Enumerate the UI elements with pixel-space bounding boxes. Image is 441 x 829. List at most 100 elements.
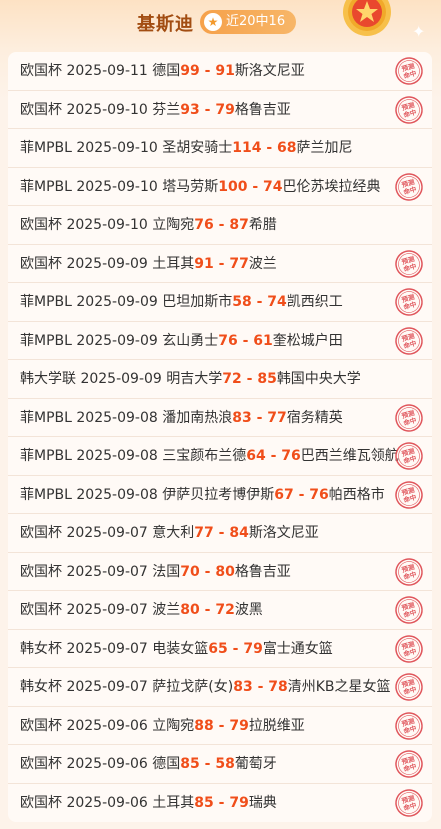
league-name: 欧国杯 xyxy=(20,101,62,118)
league-name: 韩女杯 xyxy=(20,640,62,657)
away-team: 凯西织工 xyxy=(286,294,343,310)
match-date: 2025-09-09 xyxy=(80,371,162,387)
league-name: 韩女杯 xyxy=(20,679,62,695)
match-row[interactable]: 欧国杯 2025-09-06 德国85 - 58葡萄牙 预测 命中 xyxy=(8,745,432,784)
league-name: 菲MPBL xyxy=(20,140,72,156)
match-date: 2025-09-09 xyxy=(76,332,158,349)
home-score: 72 xyxy=(222,371,242,387)
home-score: 83 xyxy=(233,679,253,695)
home-team: 立陶宛 xyxy=(152,717,195,734)
away-team: 波兰 xyxy=(248,255,277,272)
prediction-hit-stamp-icon: 预测命中 xyxy=(395,557,423,586)
score-separator: - xyxy=(199,101,216,118)
record-badge-text: 近20中16 xyxy=(226,14,286,29)
match-row[interactable]: 欧国杯 2025-09-07 意大利77 - 84斯洛文尼亚 xyxy=(8,514,432,553)
away-team: 波黑 xyxy=(234,602,263,618)
score-separator: - xyxy=(213,255,230,272)
prediction-hit-stamp-icon: 预测命中 xyxy=(395,596,423,624)
home-score: 88 xyxy=(194,717,214,734)
match-row[interactable]: 菲MPBL 2025-09-09 巴坦加斯市58 - 74凯西织工 预测 命中 xyxy=(8,283,432,322)
away-team: 格鲁吉亚 xyxy=(234,101,291,118)
match-date: 2025-09-10 xyxy=(66,101,148,118)
score-separator: - xyxy=(227,640,244,657)
away-team: 奎松城户田 xyxy=(272,332,343,349)
away-score: 91 xyxy=(215,63,235,79)
away-score: 77 xyxy=(267,409,287,426)
match-date: 2025-09-09 xyxy=(76,294,158,310)
home-score: 76 xyxy=(194,217,214,233)
home-score: 83 xyxy=(232,409,252,426)
home-team: 明吉大学 xyxy=(166,371,223,387)
prediction-hit-stamp-icon: 预测命中 xyxy=(395,326,423,355)
match-row[interactable]: 韩女杯 2025-09-07 电装女篮65 - 79富士通女篮 预测 命中 xyxy=(8,630,432,668)
league-name: 欧国杯 xyxy=(20,255,62,272)
match-row[interactable]: 韩大学联 2025-09-09 明吉大学72 - 85韩国中央大学 xyxy=(8,360,432,399)
match-row[interactable]: 菲MPBL 2025-09-10 塔马劳斯100 - 74巴伦苏埃拉经典 预测 命中 xyxy=(8,168,432,206)
away-team: 拉脱维亚 xyxy=(248,717,305,734)
league-name: 菲MPBL xyxy=(20,178,72,195)
league-name: 菲MPBL xyxy=(20,332,72,349)
score-separator: - xyxy=(241,371,258,387)
away-score: 77 xyxy=(229,255,249,272)
prediction-hit-stamp-icon: 预测命中 xyxy=(395,711,423,740)
score-separator: - xyxy=(213,525,230,541)
away-team: 斯洛文尼亚 xyxy=(248,525,319,541)
home-score: 91 xyxy=(194,255,214,272)
match-date: 2025-09-08 xyxy=(76,448,158,464)
away-score: 78 xyxy=(268,679,288,695)
match-row[interactable]: 菲MPBL 2025-09-08 三宝颜布兰德64 - 76巴西兰维瓦领航 预测命… xyxy=(8,437,432,476)
home-score: 85 xyxy=(194,794,214,811)
home-score: 67 xyxy=(274,486,294,503)
score-separator: - xyxy=(293,486,310,503)
match-row[interactable]: 欧国杯 2025-09-07 法国70 - 80格鲁吉亚 预测 命中 xyxy=(8,553,432,591)
league-name: 欧国杯 xyxy=(20,717,62,734)
match-row[interactable]: 菲MPBL 2025-09-09 玄山勇士76 - 61奎松城户田 预测 命中 xyxy=(8,322,432,360)
match-row[interactable]: 欧国杯 2025-09-06 土耳其85 - 79瑞典 预测 命中 xyxy=(8,784,432,823)
away-score: 58 xyxy=(215,756,235,772)
match-row[interactable]: 菲MPBL 2025-09-10 圣胡安骑士114 - 68萨兰加尼 xyxy=(8,129,432,168)
away-score: 68 xyxy=(277,140,297,156)
match-date: 2025-09-10 xyxy=(76,140,158,156)
home-score: 64 xyxy=(246,448,266,464)
home-score: 100 xyxy=(218,178,248,195)
away-team: 富士通女篮 xyxy=(262,640,333,657)
league-name: 菲MPBL xyxy=(20,294,72,310)
match-date: 2025-09-07 xyxy=(66,679,148,695)
score-separator: - xyxy=(237,332,254,349)
match-row[interactable]: 欧国杯 2025-09-07 波兰80 - 72波黑 预测 命中 xyxy=(8,591,432,630)
score-separator: - xyxy=(199,63,216,79)
match-date: 2025-09-07 xyxy=(66,563,148,580)
record-badge: ★ 近20中16 xyxy=(200,10,296,34)
match-row[interactable]: 欧国杯 2025-09-09 土耳其91 - 77波兰 预测 命中 xyxy=(8,245,432,283)
home-team: 电装女篮 xyxy=(152,640,209,657)
match-date: 2025-09-07 xyxy=(66,640,148,657)
match-row[interactable]: 欧国杯 2025-09-10 立陶宛76 - 87希腊 xyxy=(8,206,432,245)
prediction-list: 欧国杯 2025-09-11 德国99 - 91斯洛文尼亚 预测 命中 欧国杯 202… xyxy=(8,52,432,822)
away-score: 74 xyxy=(263,178,283,195)
home-team: 巴坦加斯市 xyxy=(162,294,233,310)
match-row[interactable]: 欧国杯 2025-09-11 德国99 - 91斯洛文尼亚 预测 命中 xyxy=(8,52,432,91)
home-score: 77 xyxy=(194,525,214,541)
match-row[interactable]: 菲MPBL 2025-09-08 伊萨贝拉考博伊斯67 - 76帕西格市 预测 命中 xyxy=(8,476,432,514)
match-row[interactable]: 欧国杯 2025-09-10 芬兰93 - 79格鲁吉亚 预测 命中 xyxy=(8,91,432,129)
score-separator: - xyxy=(247,178,264,195)
match-row[interactable]: 欧国杯 2025-09-06 立陶宛88 - 79拉脱维亚 预测 命中 xyxy=(8,707,432,745)
match-row[interactable]: 韩女杯 2025-09-07 萨拉戈萨(女)83 - 78清州KB之星女篮 预测命… xyxy=(8,668,432,707)
league-name: 欧国杯 xyxy=(20,756,62,772)
match-date: 2025-09-06 xyxy=(66,756,148,772)
away-team: 斯洛文尼亚 xyxy=(234,63,305,79)
away-score: 72 xyxy=(215,602,235,618)
home-team: 三宝颜布兰德 xyxy=(162,448,247,464)
home-team: 萨拉戈萨(女) xyxy=(152,679,234,695)
match-row[interactable]: 菲MPBL 2025-09-08 潘加南热浪83 - 77宿务精英 预测 命中 xyxy=(8,399,432,437)
league-name: 欧国杯 xyxy=(20,794,62,811)
prediction-hit-stamp-icon: 预测命中 xyxy=(395,442,423,470)
away-score: 79 xyxy=(215,101,235,118)
prediction-hit-stamp-icon: 预测命中 xyxy=(395,788,423,817)
away-team: 清州KB之星女篮 xyxy=(287,679,391,695)
score-separator: - xyxy=(251,294,268,310)
home-team: 玄山勇士 xyxy=(162,332,219,349)
away-team: 宿务精英 xyxy=(286,409,343,426)
score-separator: - xyxy=(199,563,216,580)
score-separator: - xyxy=(213,217,230,233)
